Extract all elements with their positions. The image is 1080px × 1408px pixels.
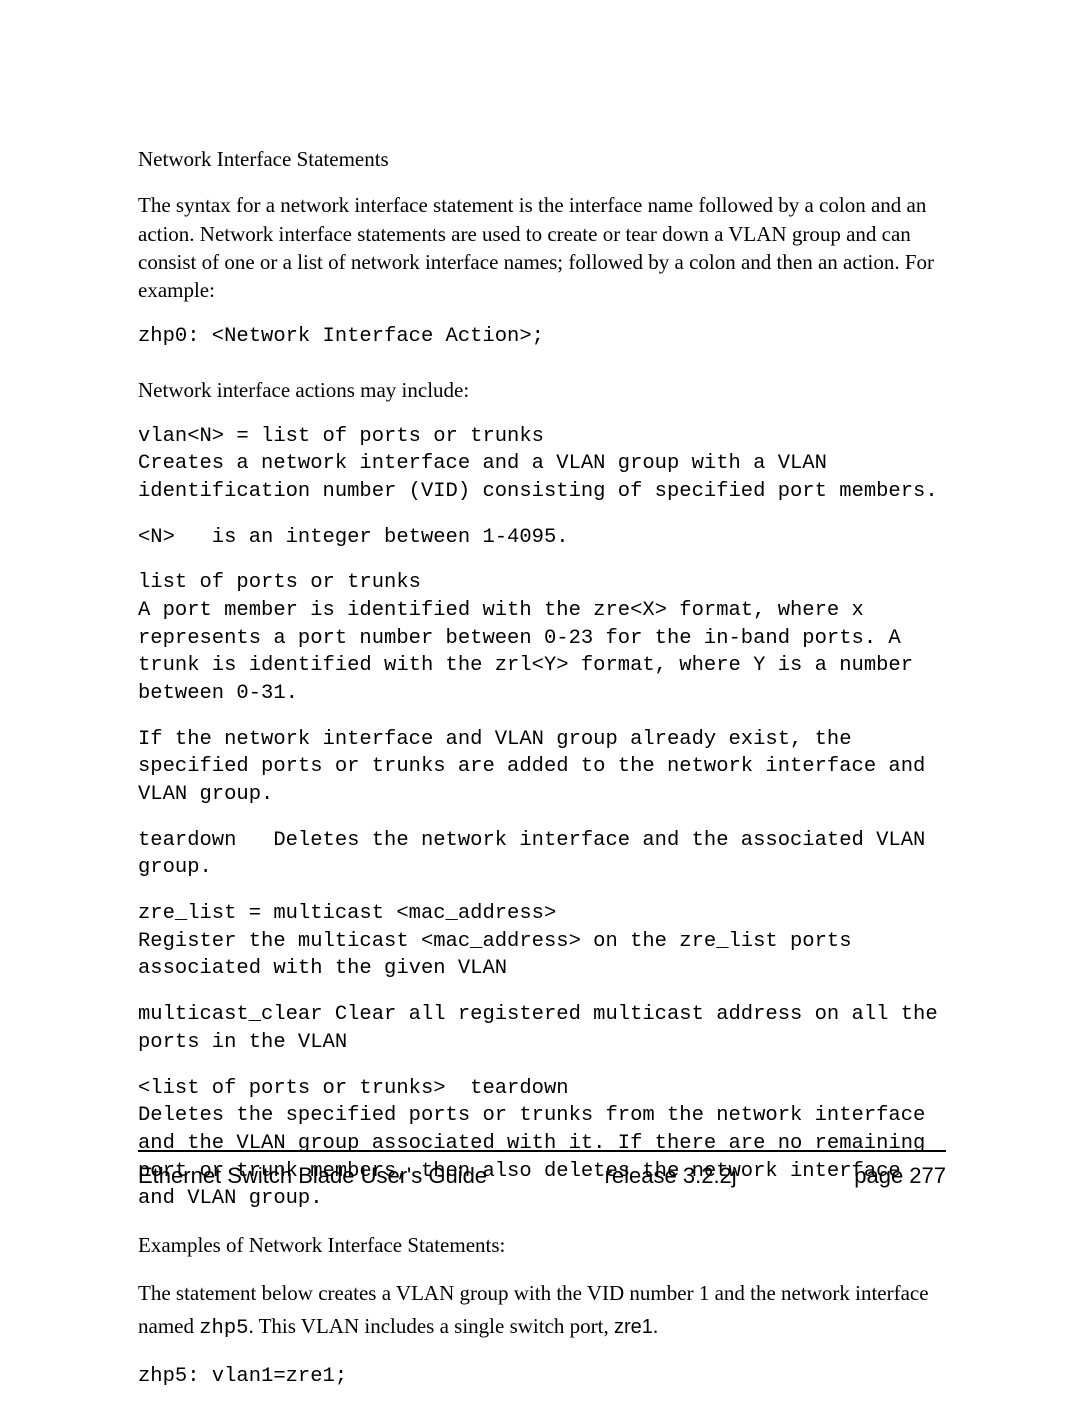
inline-code-zre1: zre1 xyxy=(614,1316,653,1338)
section-heading-nis: Network Interface Statements xyxy=(138,145,946,173)
page-footer: Ethernet Switch Blade User's Guide relea… xyxy=(138,1163,946,1189)
example-text-mid: . This VLAN includes a single switch por… xyxy=(248,1314,614,1338)
code-zre-list: zre_list = multicast <mac_address> Regis… xyxy=(138,900,946,983)
code-list-ports: list of ports or trunks A port member is… xyxy=(138,569,946,707)
code-list-teardown: <list of ports or trunks> teardown Delet… xyxy=(138,1075,946,1213)
intro-paragraph: The syntax for a network interface state… xyxy=(138,191,946,304)
code-teardown: teardown Deletes the network interface a… xyxy=(138,827,946,882)
footer-doc-title: Ethernet Switch Blade User's Guide xyxy=(138,1163,487,1189)
code-n-range: <N> is an integer between 1-4095. xyxy=(138,524,946,552)
footer-release: release 3.2.2j xyxy=(605,1163,737,1189)
page-body: Network Interface Statements The syntax … xyxy=(138,145,946,1408)
inline-code-zhp5: zhp5 xyxy=(199,1317,248,1340)
footer-rule xyxy=(138,1150,946,1152)
code-multicast-clear: multicast_clear Clear all registered mul… xyxy=(138,1001,946,1056)
example-text-post: . xyxy=(653,1314,658,1338)
code-zhp0-example: zhp0: <Network Interface Action>; xyxy=(138,323,946,351)
example-description: The statement below creates a VLAN group… xyxy=(138,1277,946,1344)
actions-may-include: Network interface actions may include: xyxy=(138,376,946,404)
code-vlan-n: vlan<N> = list of ports or trunks Create… xyxy=(138,423,946,506)
examples-heading: Examples of Network Interface Statements… xyxy=(138,1231,946,1259)
code-if-exist: If the network interface and VLAN group … xyxy=(138,726,946,809)
code-zhp5-statement: zhp5: vlan1=zre1; xyxy=(138,1363,946,1391)
footer-page-number: page 277 xyxy=(854,1163,946,1189)
